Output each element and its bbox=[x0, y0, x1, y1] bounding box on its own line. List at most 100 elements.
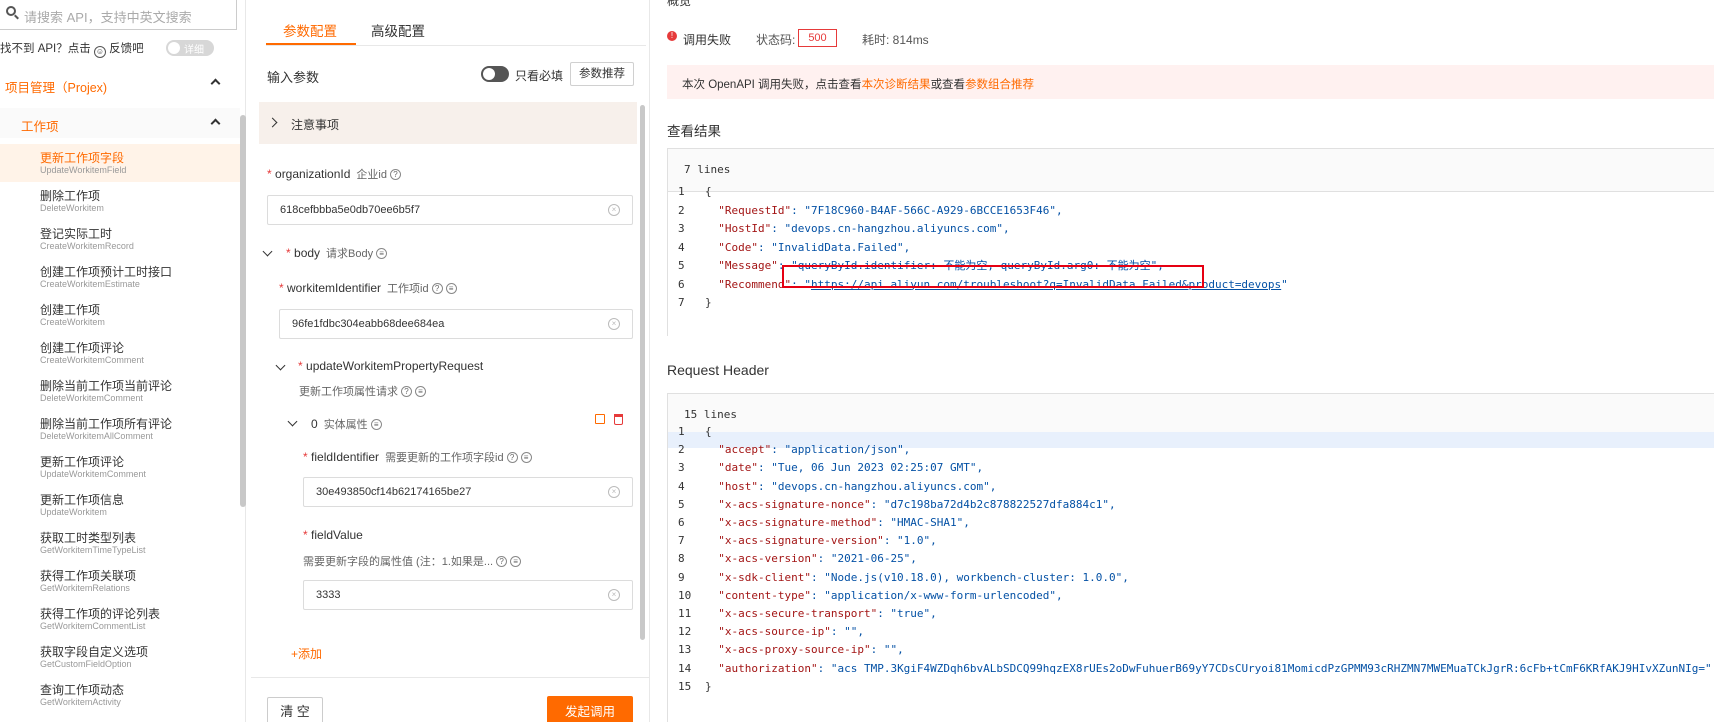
param-recommend-link[interactable]: 参数组合推荐 bbox=[965, 79, 1034, 91]
help-icon[interactable]: ? bbox=[506, 452, 518, 464]
sidebar-item[interactable]: 查询工作项动态 GetWorkitemActivity bbox=[40, 683, 240, 708]
chevron-down-icon[interactable] bbox=[262, 246, 273, 257]
sidebar-item[interactable]: 更新工作项字段 UpdateWorkitemField bbox=[40, 151, 240, 176]
json-key: "x-acs-signature-nonce" bbox=[705, 497, 871, 511]
code-text: } bbox=[705, 293, 712, 313]
json-value: : "d7c198ba72d4b2c878822527dfa884c1", bbox=[870, 497, 1116, 511]
json-key: "host" bbox=[705, 479, 758, 493]
input-params-label: 输入参数 bbox=[267, 70, 320, 85]
chevron-down-icon[interactable] bbox=[287, 416, 298, 427]
sidebar-item[interactable]: 创建工作项评论 CreateWorkitemComment bbox=[40, 341, 240, 366]
workitem-id-label: * workitemIdentifier 工作项id? ≡ bbox=[279, 280, 457, 296]
sidebar-item[interactable]: 获取字段自定义选项 GetCustomFieldOption bbox=[40, 645, 240, 670]
update-request-sub: 更新工作项属性请求? ≡ bbox=[299, 383, 426, 399]
sidebar-item[interactable]: 删除工作项 DeleteWorkitem bbox=[40, 189, 240, 214]
tab-param-config[interactable]: 参数配置 bbox=[266, 8, 356, 45]
sidebar-item-api-name: UpdateWorkitem bbox=[40, 507, 107, 517]
sidebar-item[interactable]: 删除当前工作项当前评论 DeleteWorkitemComment bbox=[40, 379, 240, 404]
code-text: "RequestId": "7F18C960-B4AF-566C-A929-6B… bbox=[705, 201, 1062, 221]
sidebar-item[interactable]: 获得工作项的评论列表 GetWorkitemCommentList bbox=[40, 607, 240, 632]
sidebar-item[interactable]: 创建工作项预计工时接口 CreateWorkitemEstimate bbox=[40, 265, 240, 290]
sidebar-item[interactable]: 获取工时类型列表 GetWorkitemTimeTypeList bbox=[40, 531, 240, 556]
params-scrollbar[interactable] bbox=[640, 105, 645, 640]
line-number: 7 bbox=[678, 296, 685, 309]
tab-advanced-config[interactable]: 高级配置 bbox=[366, 8, 446, 45]
json-value: : "devops.cn-hangzhou.aliyuncs.com", bbox=[757, 479, 997, 493]
clear-icon[interactable]: × bbox=[608, 318, 620, 330]
entity-property-label: 0 实体属性 ≡ bbox=[311, 416, 382, 432]
sidebar-item[interactable]: 创建工作项 CreateWorkitem bbox=[40, 303, 240, 328]
add-item-link[interactable]: +添加 bbox=[291, 645, 322, 662]
sidebar-item[interactable]: 删除当前工作项所有评论 DeleteWorkitemAllComment bbox=[40, 417, 240, 442]
line-number: 4 bbox=[678, 479, 685, 493]
sidebar-item-api-name: UpdateWorkitemField bbox=[40, 165, 127, 175]
smile-icon: ☺ bbox=[93, 46, 106, 58]
chevron-down-icon[interactable] bbox=[275, 360, 286, 371]
code-text: "accept": "application/json", bbox=[705, 440, 910, 460]
line-number: 10 bbox=[678, 588, 692, 602]
sidebar-item-api-name: UpdateWorkitemComment bbox=[40, 469, 146, 479]
line-number: 12 bbox=[678, 625, 692, 639]
sidebar-item[interactable]: 获得工作项关联项 GetWorkitemRelations bbox=[40, 569, 240, 594]
json-value: : "true", bbox=[877, 607, 937, 620]
clear-button[interactable]: 清 空 bbox=[267, 697, 323, 722]
clear-icon[interactable]: × bbox=[608, 486, 620, 498]
org-id-input[interactable]: 618cefbbba5e0db70ee6b5f7 × bbox=[267, 195, 633, 225]
copy-icon[interactable] bbox=[595, 414, 605, 424]
json-key: "Message" bbox=[705, 259, 778, 272]
line-number: 9 bbox=[678, 570, 685, 584]
sidebar-item-label: 获得工作项关联项 bbox=[40, 569, 137, 583]
workitem-id-input[interactable]: 96fe1fdbc304eabb68dee684ea × bbox=[279, 309, 633, 339]
json-value: { bbox=[705, 185, 712, 198]
sidebar-item-label: 登记实际工时 bbox=[40, 227, 113, 241]
field-id-input[interactable]: 30e493850cf14b62174165be27 × bbox=[303, 477, 633, 507]
help-icon[interactable]: ? bbox=[389, 169, 401, 181]
info-icon: ≡ bbox=[370, 419, 382, 431]
json-value: } bbox=[705, 679, 712, 693]
help-icon[interactable]: ? bbox=[401, 386, 412, 398]
sidebar-item[interactable]: 更新工作项信息 UpdateWorkitem bbox=[40, 493, 240, 518]
sidebar-item-label: 查询工作项动态 bbox=[40, 683, 125, 697]
json-value: : "application/x-www-form-urlencoded", bbox=[810, 588, 1063, 602]
json-value: : "InvalidData.Failed", bbox=[757, 240, 911, 254]
submit-button[interactable]: 发起调用 bbox=[547, 696, 633, 722]
error-alert: 本次 OpenAPI 调用失败，点击查看本次诊断结果或查看参数组合推荐 bbox=[667, 65, 1714, 99]
sidebar-scrollbar[interactable] bbox=[240, 115, 246, 507]
sidebar-item-api-name: CreateWorkitemEstimate bbox=[40, 279, 140, 289]
json-value: : "HMAC-SHA1", bbox=[877, 516, 970, 529]
message-highlight-box bbox=[782, 265, 1204, 288]
update-request-label: * updateWorkitemPropertyRequest bbox=[298, 359, 484, 373]
json-key: "x-acs-version" bbox=[705, 552, 818, 566]
diagnosis-link[interactable]: 本次诊断结果 bbox=[862, 79, 931, 91]
recommend-button[interactable]: 参数推荐 bbox=[570, 62, 634, 86]
result-code: 1 {2 "RequestId": "7F18C960-B4AF-566C-A92… bbox=[668, 185, 1714, 334]
line-number: 4 bbox=[678, 240, 685, 254]
notes-collapse[interactable]: 注意事项 bbox=[259, 102, 637, 144]
chevron-up-icon bbox=[210, 78, 221, 89]
sidebar-item[interactable]: 更新工作项评论 UpdateWorkitemComment bbox=[40, 455, 240, 480]
subgroup-workitem[interactable]: 工作项 bbox=[0, 108, 240, 138]
sidebar-item[interactable]: 登记实际工时 CreateWorkitemRecord bbox=[40, 227, 240, 252]
overview-title: 概览 bbox=[667, 0, 692, 8]
help-icon[interactable]: ? bbox=[496, 556, 508, 568]
code-text: { bbox=[705, 182, 712, 202]
line-number: 2 bbox=[678, 203, 685, 217]
clear-icon[interactable]: × bbox=[608, 204, 620, 216]
line-number: 6 bbox=[678, 277, 685, 291]
json-key: "Code" bbox=[705, 240, 758, 254]
group-projex[interactable]: 项目管理（Projex) bbox=[0, 70, 240, 100]
feedback-link[interactable]: 反馈吧 bbox=[109, 43, 144, 55]
detail-toggle[interactable]: 详细 bbox=[166, 40, 214, 56]
code-text: "content-type": "application/x-www-form-… bbox=[705, 586, 1063, 606]
header-code: 1 {2 "accept": "application/json", 3 "date… bbox=[668, 425, 1714, 722]
json-key: "accept" bbox=[705, 443, 772, 457]
api-search-input[interactable]: 请搜索 API，支持中英文搜索 bbox=[0, 0, 237, 30]
line-number: 1 bbox=[678, 425, 685, 438]
delete-icon[interactable] bbox=[614, 414, 623, 425]
clear-icon[interactable]: × bbox=[608, 589, 620, 601]
line-number: 6 bbox=[678, 516, 685, 529]
code-text: "Code": "InvalidData.Failed", bbox=[705, 238, 910, 258]
field-value-input[interactable]: 3333 × bbox=[303, 580, 633, 610]
required-only-toggle[interactable] bbox=[481, 66, 509, 82]
help-icon[interactable]: ? bbox=[431, 283, 443, 295]
